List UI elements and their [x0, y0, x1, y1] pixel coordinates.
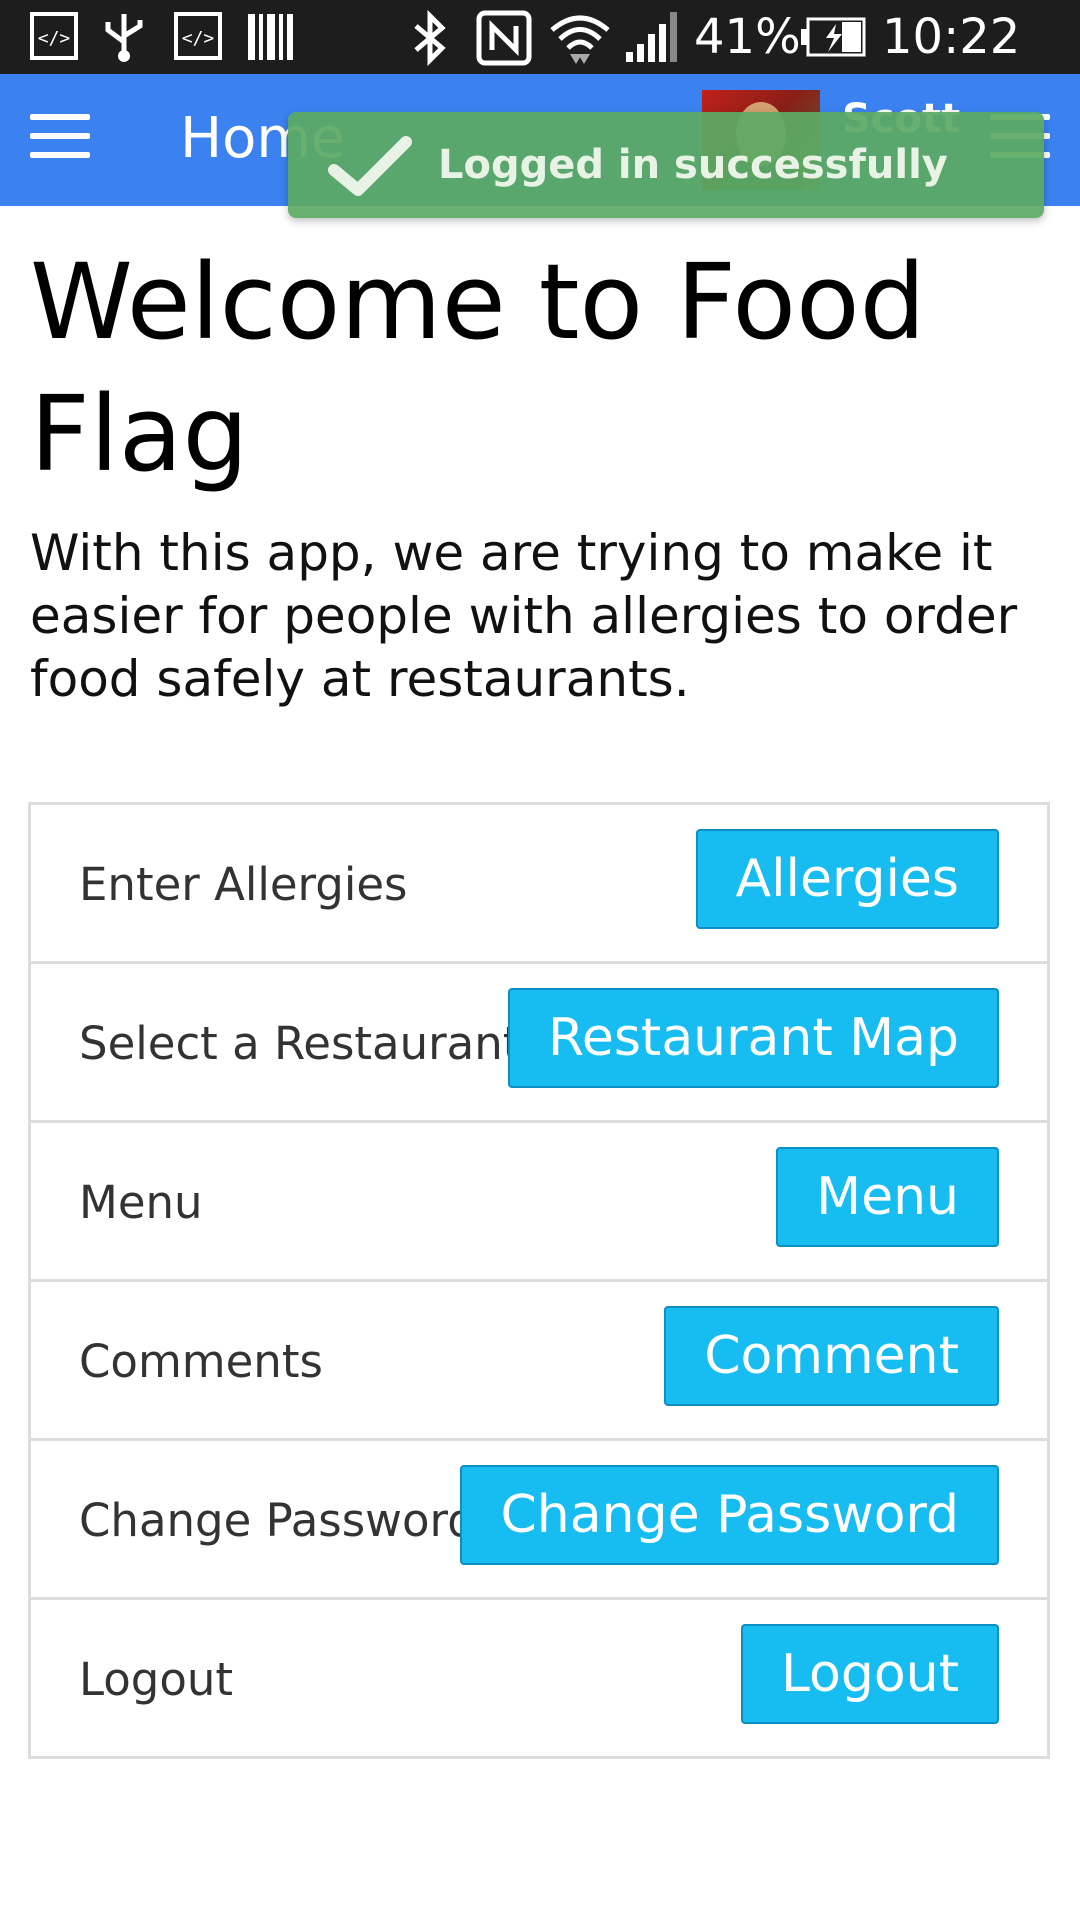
table-row-restaurant: Select a Restaurant Restaurant Map	[31, 964, 1047, 1123]
usb-icon	[105, 14, 143, 62]
row-label: Logout	[79, 1653, 234, 1706]
row-label: Enter Allergies	[79, 858, 408, 911]
comment-button[interactable]: Comment	[664, 1306, 999, 1406]
table-row-comments: Comments Comment	[31, 1282, 1047, 1441]
bluetooth-icon	[414, 10, 446, 66]
logout-button[interactable]: Logout	[740, 1624, 999, 1724]
intro-text: With this app, we are trying to make it …	[30, 524, 1018, 708]
toast-message: Logged in successfully	[438, 142, 948, 188]
allergies-button[interactable]: Allergies	[695, 829, 999, 929]
code-icon: </>	[30, 12, 78, 60]
toast-notification: Logged in successfully	[288, 112, 1044, 218]
hamburger-icon[interactable]	[30, 114, 90, 158]
table-row-logout: Logout Logout	[31, 1600, 1047, 1756]
svg-text:</>: </>	[182, 28, 215, 49]
row-label: Select a Restaurant	[79, 1017, 521, 1070]
table-row-allergies: Enter Allergies Allergies	[31, 805, 1047, 964]
wifi-icon	[550, 15, 610, 64]
action-table: Enter Allergies Allergies Select a Resta…	[28, 802, 1050, 1759]
change-password-button[interactable]: Change Password	[460, 1465, 999, 1565]
nfc-icon	[476, 10, 532, 66]
table-row-menu: Menu Menu	[31, 1123, 1047, 1282]
row-label: Change Password	[79, 1494, 476, 1547]
status-bar: </> </> 41% 10:22	[0, 0, 1080, 123]
svg-text:</>: </>	[38, 28, 71, 49]
battery-charging-icon	[801, 17, 866, 57]
welcome-heading: Welcome to Food Flag	[30, 241, 926, 495]
signal-icon	[626, 12, 677, 62]
row-label: Comments	[79, 1335, 323, 1388]
row-label: Menu	[79, 1176, 203, 1229]
restaurant-map-button[interactable]: Restaurant Map	[508, 988, 999, 1088]
table-row-password: Change Password Change Password	[31, 1441, 1047, 1600]
checkmark-icon	[328, 136, 412, 196]
code-icon: </>	[174, 12, 222, 60]
menu-button[interactable]: Menu	[776, 1147, 999, 1247]
battery-percent: 41%	[694, 9, 801, 65]
barcode-icon	[248, 14, 293, 60]
